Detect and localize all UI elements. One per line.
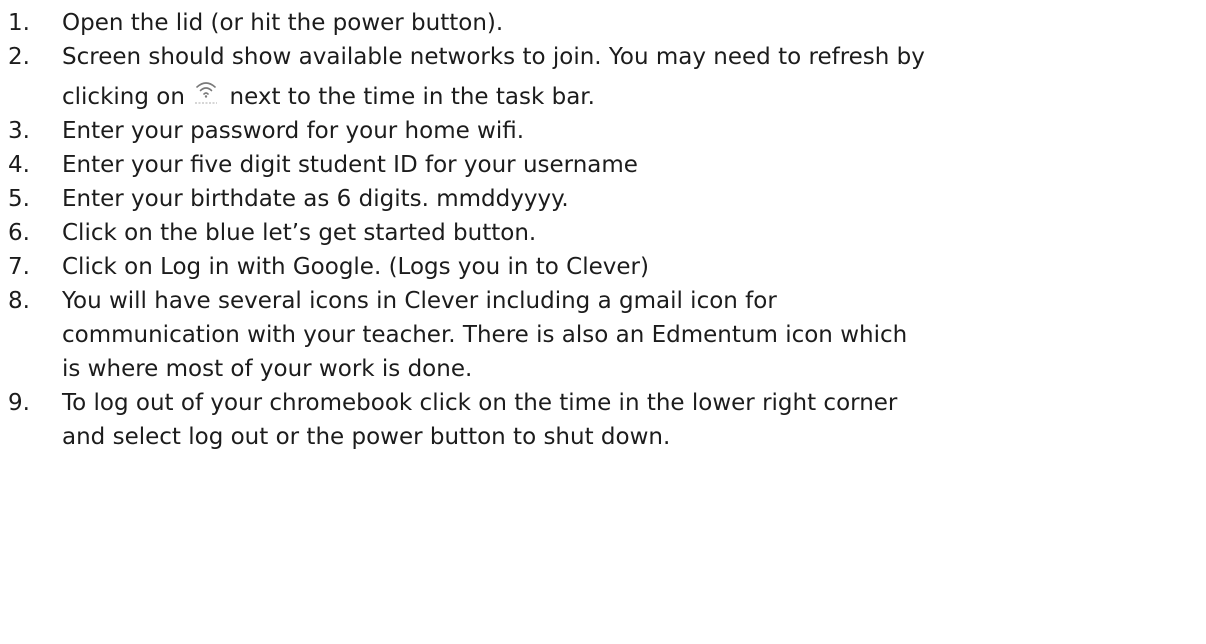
step-text: Enter your five digit student ID for you…	[62, 152, 638, 178]
instructions-document: 1. Open the lid (or hit the power button…	[8, 6, 1203, 454]
step-text-with-icon: clicking on next to the time in the task…	[62, 78, 1203, 114]
list-item-step-4: 4. Enter your five digit student ID for …	[8, 148, 1203, 182]
step-text: Click on the blue let’s get started butt…	[62, 220, 537, 246]
step-number: 5.	[8, 186, 30, 212]
wifi-icon	[195, 82, 218, 104]
list-item-step-3: 3. Enter your password for your home wif…	[8, 114, 1203, 148]
step-text: is where most of your work is done.	[62, 356, 473, 382]
step-number: 2.	[8, 44, 30, 70]
step-text-after-icon: next to the time in the task bar.	[229, 84, 595, 110]
step-text: Open the lid (or hit the power button).	[62, 10, 504, 36]
steps-list: 1. Open the lid (or hit the power button…	[8, 6, 1203, 454]
step-number: 3.	[8, 118, 30, 144]
step-text: You will have several icons in Clever in…	[62, 288, 777, 314]
step-text-before-icon: clicking on	[62, 84, 185, 110]
list-item-step-1: 1. Open the lid (or hit the power button…	[8, 6, 1203, 40]
step-number: 4.	[8, 152, 30, 178]
step-text: Enter your birthdate as 6 digits. mmddyy…	[62, 186, 569, 212]
list-item-step-5: 5. Enter your birthdate as 6 digits. mmd…	[8, 182, 1203, 216]
step-number: 6.	[8, 220, 30, 246]
step-number: 9.	[8, 390, 30, 416]
list-item-step-6: 6. Click on the blue let’s get started b…	[8, 216, 1203, 250]
list-item-step-9: 9. To log out of your chromebook click o…	[8, 386, 1203, 454]
step-text: Screen should show available networks to…	[62, 44, 925, 70]
step-text: Enter your password for your home wifi.	[62, 118, 525, 144]
list-item-step-2: 2. Screen should show available networks…	[8, 40, 1203, 114]
step-text: To log out of your chromebook click on t…	[62, 390, 898, 416]
list-item-step-7: 7. Click on Log in with Google. (Logs yo…	[8, 250, 1203, 284]
step-number: 1.	[8, 10, 30, 36]
step-text: and select log out or the power button t…	[62, 424, 671, 450]
step-number: 7.	[8, 254, 30, 280]
step-text: Click on Log in with Google. (Logs you i…	[62, 254, 649, 280]
step-number: 8.	[8, 288, 30, 314]
list-item-step-8: 8. You will have several icons in Clever…	[8, 284, 1203, 386]
step-text: communication with your teacher. There i…	[62, 322, 908, 348]
